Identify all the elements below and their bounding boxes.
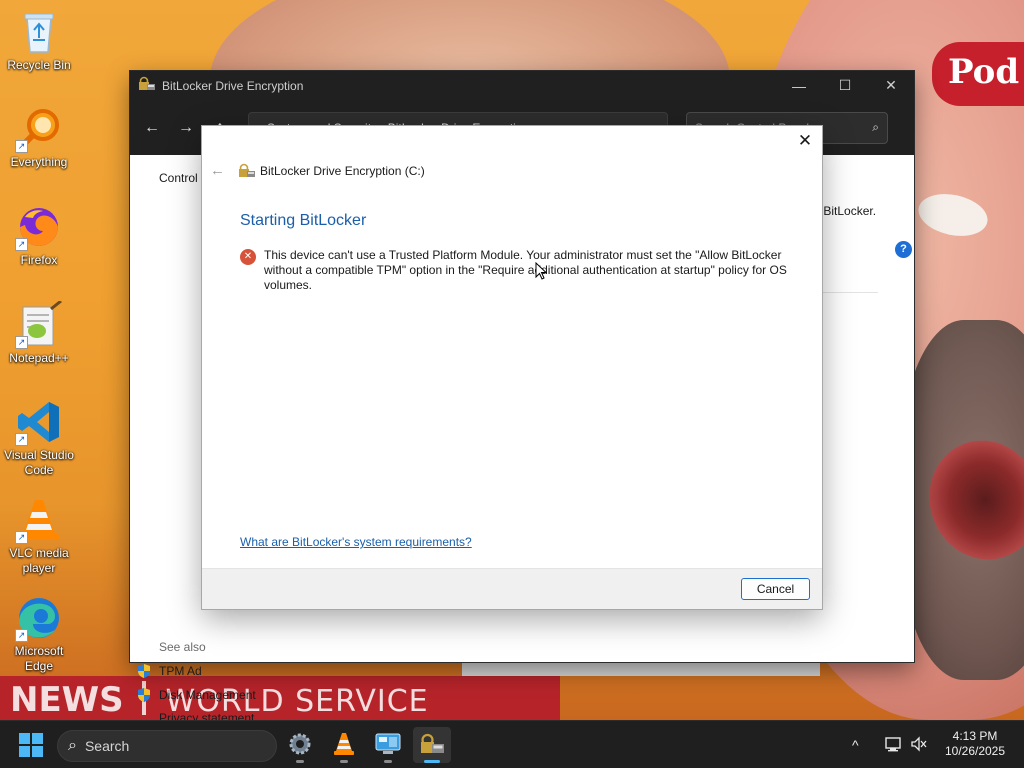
notepadpp-icon: ↗	[15, 299, 63, 349]
desktop-icon-label: Visual Studio Code	[4, 448, 74, 477]
link-label: Disk Management	[159, 688, 256, 702]
shield-icon	[136, 687, 152, 703]
settings-gear-icon	[288, 732, 312, 759]
vlc-icon: ↗	[15, 496, 63, 544]
search-icon: ⌕	[872, 120, 879, 134]
tpm-administration-link[interactable]: TPM Ad	[136, 663, 202, 679]
help-icon[interactable]: ?	[895, 241, 912, 258]
desktop-icon-label: Firefox	[20, 253, 58, 267]
error-message: ✕ This device can't use a Trusted Platfo…	[240, 248, 800, 293]
wallpaper-news-text: NEWS	[10, 680, 124, 720]
taskbar-search-label: Search	[84, 738, 130, 754]
error-icon: ✕	[240, 249, 256, 265]
taskbar-vlc-app[interactable]	[325, 727, 363, 763]
divider	[822, 292, 878, 293]
dialog-title: Starting BitLocker	[240, 212, 367, 229]
running-indicator	[296, 760, 304, 763]
chevron-up-icon: ^	[852, 737, 859, 753]
edge-icon: ↗	[15, 594, 63, 642]
error-message-text: This device can't use a Trusted Platform…	[264, 248, 787, 292]
taskbar-settings-app[interactable]	[281, 727, 319, 763]
shortcut-arrow-icon: ↗	[15, 531, 28, 544]
running-indicator	[340, 760, 348, 763]
tray-overflow-chevron[interactable]: ^	[852, 721, 859, 768]
search-icon: ⌕	[68, 737, 77, 754]
maximize-button[interactable]: ☐	[822, 71, 868, 100]
clock-date: 10/26/2025	[944, 744, 1006, 758]
wallpaper-pod-badge: Pod	[932, 42, 1024, 106]
recycle-bin-icon	[15, 8, 63, 56]
minimize-button[interactable]: —	[776, 71, 822, 100]
network-icon	[884, 736, 902, 755]
dialog-close-button[interactable]: ✕	[794, 130, 816, 152]
running-indicator	[384, 760, 392, 763]
system-requirements-link[interactable]: What are BitLocker's system requirements…	[240, 535, 472, 549]
back-button[interactable]: ←	[138, 114, 166, 142]
desktop-icon-recycle-bin[interactable]: Recycle Bin	[2, 8, 76, 73]
dialog-header-title: BitLocker Drive Encryption (C:)	[260, 163, 425, 178]
desktop-icon-notepadpp[interactable]: ↗ Notepad++	[2, 299, 76, 366]
shortcut-arrow-icon: ↗	[15, 238, 28, 251]
shortcut-arrow-icon: ↗	[15, 629, 28, 642]
dialog-header: ← BitLocker Drive Encryption (C:)	[210, 162, 425, 179]
desktop-icon-everything[interactable]: ↗ Everything	[2, 105, 76, 170]
wallpaper-news-banner: NEWS WORLD SERVICE	[0, 676, 560, 720]
taskbar: ⌕ Search ^ 4:13 PM 10/26/2025	[0, 720, 1024, 768]
vscode-icon: ↗	[15, 398, 63, 446]
desktop-icon-vlc[interactable]: ↗ VLC media player	[2, 496, 76, 576]
forward-button[interactable]: →	[172, 114, 200, 142]
mouse-cursor-icon	[535, 261, 548, 280]
taskbar-search-box[interactable]: ⌕ Search	[57, 730, 277, 762]
bitlocker-app-icon	[419, 733, 445, 758]
taskbar-clock[interactable]: 4:13 PM 10/26/2025	[936, 729, 1014, 759]
see-also-heading: See also	[159, 640, 206, 654]
window-title: BitLocker Drive Encryption	[162, 78, 304, 93]
control-panel-icon	[375, 733, 401, 758]
active-indicator	[424, 760, 440, 763]
firefox-icon: ↗	[15, 203, 63, 251]
windows-logo-icon	[19, 733, 30, 744]
window-behind-strip	[462, 662, 820, 676]
shortcut-arrow-icon: ↗	[15, 336, 28, 349]
taskbar-bitlocker-app[interactable]	[413, 727, 451, 763]
control-panel-home-link[interactable]: Control	[159, 171, 198, 185]
volume-muted-icon	[910, 735, 928, 755]
disk-management-link[interactable]: Disk Management	[136, 687, 256, 703]
shield-icon	[136, 663, 152, 679]
bitlocker-app-icon	[138, 76, 156, 95]
dialog-footer: Cancel	[202, 568, 822, 609]
shortcut-arrow-icon: ↗	[15, 140, 28, 153]
bitlocker-drive-icon	[238, 163, 256, 179]
desktop-icon-firefox[interactable]: ↗ Firefox	[2, 203, 76, 268]
tray-volume-icon-button[interactable]	[910, 721, 928, 768]
window-titlebar[interactable]: BitLocker Drive Encryption — ☐ ✕	[130, 71, 914, 100]
link-label: TPM Ad	[159, 664, 202, 678]
clock-time: 4:13 PM	[952, 729, 998, 743]
desktop-icon-edge[interactable]: ↗ Microsoft Edge	[2, 594, 76, 674]
desktop-icon-label: Notepad++	[9, 351, 69, 365]
start-button[interactable]	[19, 733, 43, 757]
desktop-icon-label: Microsoft Edge	[14, 644, 64, 673]
desktop-icon-label: Everything	[10, 155, 68, 169]
close-button[interactable]: ✕	[868, 71, 914, 100]
dialog-back-button[interactable]: ←	[210, 162, 232, 179]
tray-network-icon-button[interactable]	[884, 721, 902, 768]
taskbar-control-panel-app[interactable]	[369, 727, 407, 763]
vlc-icon	[333, 732, 355, 759]
shortcut-arrow-icon: ↗	[15, 433, 28, 446]
desktop-icon-vscode[interactable]: ↗ Visual Studio Code	[2, 398, 76, 478]
desktop-icon-label: Recycle Bin	[7, 58, 71, 72]
everything-search-icon: ↗	[15, 105, 63, 153]
desktop-icon-label: VLC media player	[9, 546, 69, 575]
cancel-button[interactable]: Cancel	[741, 578, 810, 600]
bitlocker-dialog: ✕ ← BitLocker Drive Encryption (C:) Star…	[202, 126, 822, 609]
